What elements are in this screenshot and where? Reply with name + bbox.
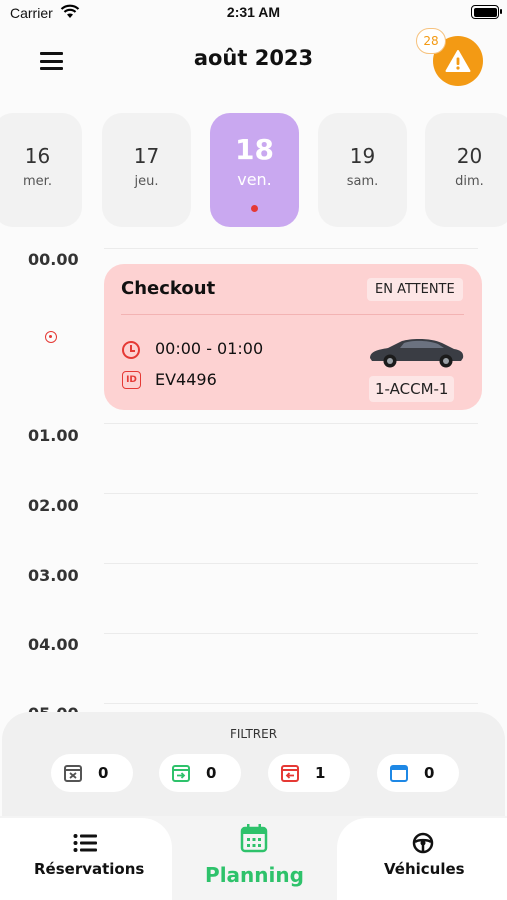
hour-divider — [104, 703, 478, 704]
filter-chip-checkout[interactable]: 1 — [268, 754, 350, 792]
id-icon: ID — [122, 371, 141, 389]
battery-icon — [471, 5, 502, 19]
status-bar: Carrier 2:31 AM — [0, 0, 507, 26]
day-19[interactable]: 19 sam. — [318, 113, 407, 227]
hour-label: 01.00 — [28, 426, 79, 445]
day-16[interactable]: 16 mer. — [0, 113, 82, 227]
filter-chip-cancelled[interactable]: 0 — [51, 754, 133, 792]
hour-divider — [104, 493, 478, 494]
day-number: 17 — [133, 144, 160, 168]
day-number: 19 — [349, 144, 376, 168]
event-card[interactable]: Checkout EN ATTENTE 00:00 - 01:00 ID EV4… — [104, 264, 482, 410]
day-number: 20 — [456, 144, 483, 168]
day-number: 18 — [235, 133, 274, 166]
current-time-marker-icon — [45, 331, 57, 343]
warning-icon — [445, 50, 471, 72]
tab-label: Réservations — [34, 860, 145, 878]
calendar-checkout-icon — [281, 765, 299, 782]
day-weekday: sam. — [346, 174, 379, 189]
hour-divider — [104, 563, 478, 564]
steering-wheel-icon — [412, 832, 434, 854]
filter-count: 0 — [424, 764, 435, 782]
day-weekday: jeu. — [134, 174, 159, 189]
filter-title: FILTRER — [229, 727, 278, 741]
tab-vehicles[interactable]: Véhicules — [337, 818, 507, 900]
alert-count-badge: 28 — [416, 28, 446, 54]
calendar-icon — [390, 765, 408, 782]
clock-icon — [122, 341, 140, 359]
tab-planning[interactable]: Planning — [172, 863, 337, 887]
filter-chip-all[interactable]: 0 — [377, 754, 459, 792]
status-badge: EN ATTENTE — [367, 278, 463, 301]
event-time-range: 00:00 - 01:00 — [155, 339, 264, 358]
tab-label: Véhicules — [384, 860, 465, 878]
hour-label: 03.00 — [28, 566, 79, 585]
event-reservation-id: EV4496 — [155, 370, 217, 389]
calendar-cancel-icon — [64, 765, 82, 782]
day-weekday: dim. — [455, 174, 484, 189]
status-time: 2:31 AM — [226, 4, 281, 20]
hour-label: 00.00 — [28, 250, 79, 269]
hour-divider — [104, 633, 478, 634]
filter-chip-checkin[interactable]: 0 — [159, 754, 241, 792]
filter-count: 1 — [315, 764, 326, 782]
hour-label: 02.00 — [28, 496, 79, 515]
car-image — [370, 338, 464, 368]
day-number: 16 — [24, 144, 51, 168]
day-18-selected[interactable]: 18 ven. — [210, 113, 299, 227]
event-divider — [121, 314, 464, 315]
license-plate: 1-ACCM-1 — [369, 376, 455, 402]
calendar-grid-icon[interactable] — [240, 823, 268, 853]
filter-count: 0 — [98, 764, 109, 782]
day-20[interactable]: 20 dim. — [425, 113, 507, 227]
day-weekday: mer. — [23, 174, 52, 189]
hour-label: 04.00 — [28, 635, 79, 654]
day-17[interactable]: 17 jeu. — [102, 113, 191, 227]
tab-reservations[interactable]: Réservations — [0, 818, 172, 900]
hour-divider — [104, 248, 478, 249]
event-title: Checkout — [121, 278, 216, 299]
list-icon — [73, 834, 97, 852]
day-weekday: ven. — [237, 170, 272, 189]
calendar-checkin-icon — [172, 765, 190, 782]
hour-divider — [104, 423, 478, 424]
event-indicator-dot — [251, 205, 258, 212]
filter-count: 0 — [206, 764, 217, 782]
